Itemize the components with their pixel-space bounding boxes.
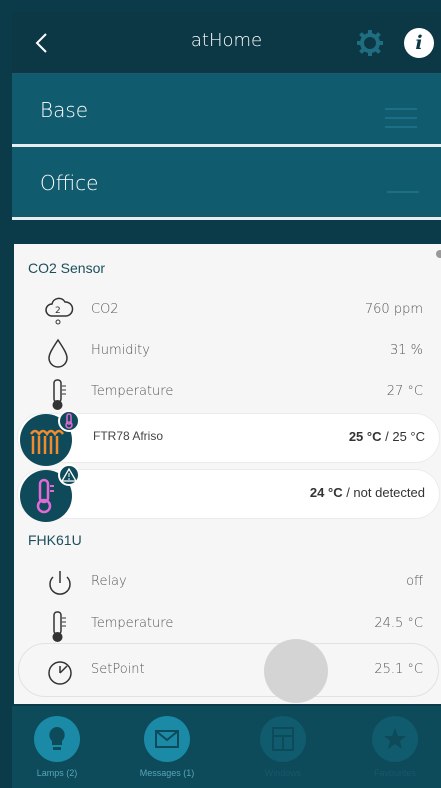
sensor-value: 25.1 °C <box>374 662 423 677</box>
sensor-value: 760 ppm <box>364 302 423 317</box>
office-device-list: CO2 Sensor 2 CO2 760 ppm Humidity 31 % T… <box>14 244 441 704</box>
room-thermometer-row[interactable]: 24 °C / not detected <box>18 470 439 518</box>
co2-cloud-icon: 2 <box>44 296 74 326</box>
section-label: Base <box>40 98 89 122</box>
tab-label: Lamps (2) <box>36 768 78 778</box>
warning-badge-icon <box>58 464 80 486</box>
device-title: FHK61U <box>28 532 82 548</box>
sensor-label: Humidity <box>91 343 150 358</box>
fhk-row-temperature: Temperature 24.5 °C <box>14 604 441 644</box>
current-temp: 25 °C <box>348 429 382 444</box>
tab-label: Windows <box>264 768 302 778</box>
section-base[interactable]: Base <box>12 74 441 147</box>
section-label: Office <box>40 171 99 195</box>
target-temp: / 25 °C <box>381 429 425 444</box>
device-label: FTR78 Afriso <box>93 429 164 443</box>
section-office[interactable]: Office <box>12 147 441 220</box>
bottom-tab-bar: Lamps (2) Messages (1) Windows Favourite… <box>12 706 441 788</box>
tab-windows[interactable]: Windows <box>240 716 326 786</box>
current-temp: 24 °C <box>309 485 343 500</box>
hamburger-icon[interactable] <box>385 108 417 128</box>
sensor-row-temperature: Temperature 27 °C <box>14 372 441 412</box>
ftr-thermostat-row[interactable]: FTR78 Afriso 25 °C / 25 °C <box>18 414 439 462</box>
info-icon[interactable]: i <box>404 28 434 58</box>
tab-messages[interactable]: Messages (1) <box>124 716 210 786</box>
svg-text:2: 2 <box>55 306 61 316</box>
power-icon <box>44 568 72 598</box>
sensor-label: Relay <box>91 574 127 589</box>
device-value: 24 °C / not detected <box>310 485 425 500</box>
device-title: CO2 Sensor <box>28 260 106 276</box>
thermometer-icon <box>44 610 72 642</box>
star-icon <box>372 716 418 762</box>
envelope-icon <box>144 716 190 762</box>
device-value: 25 °C / 25 °C <box>349 429 425 444</box>
status-text: / not detected <box>342 485 425 500</box>
bulb-icon <box>34 716 80 762</box>
sensor-row-humidity: Humidity 31 % <box>14 331 441 371</box>
window-icon <box>260 716 306 762</box>
thermometer-badge-icon <box>58 410 80 432</box>
collapse-icon[interactable] <box>387 191 419 193</box>
gear-icon[interactable] <box>356 29 384 57</box>
sensor-label: Temperature <box>91 384 174 399</box>
app-frame: atHome i Base Office CO2 Sensor 2 CO2 76… <box>12 12 441 788</box>
fhk-row-relay: Relay off <box>14 562 441 602</box>
tab-label: Favourites <box>373 768 417 778</box>
sensor-row-co2: 2 CO2 760 ppm <box>14 290 441 330</box>
tab-favourites[interactable]: Favourites <box>352 716 438 786</box>
sensor-value: 24.5 °C <box>374 616 423 631</box>
sensor-label: SetPoint <box>91 662 145 677</box>
tab-lamps[interactable]: Lamps (2) <box>14 716 100 786</box>
tab-label: Messages (1) <box>139 768 195 778</box>
fhk-row-setpoint[interactable]: SetPoint 25.1 °C <box>14 650 441 690</box>
top-bar: atHome i <box>12 12 441 74</box>
sensor-value: 27 °C <box>386 384 423 399</box>
sensor-label: CO2 <box>91 302 119 317</box>
thermometer-icon <box>44 378 72 410</box>
sensor-value: off <box>406 574 423 589</box>
sensor-value: 31 % <box>389 343 423 358</box>
droplet-icon <box>44 337 72 368</box>
gauge-icon <box>44 656 72 686</box>
sensor-label: Temperature <box>91 616 174 631</box>
scrollbar-thumb[interactable] <box>436 250 441 258</box>
